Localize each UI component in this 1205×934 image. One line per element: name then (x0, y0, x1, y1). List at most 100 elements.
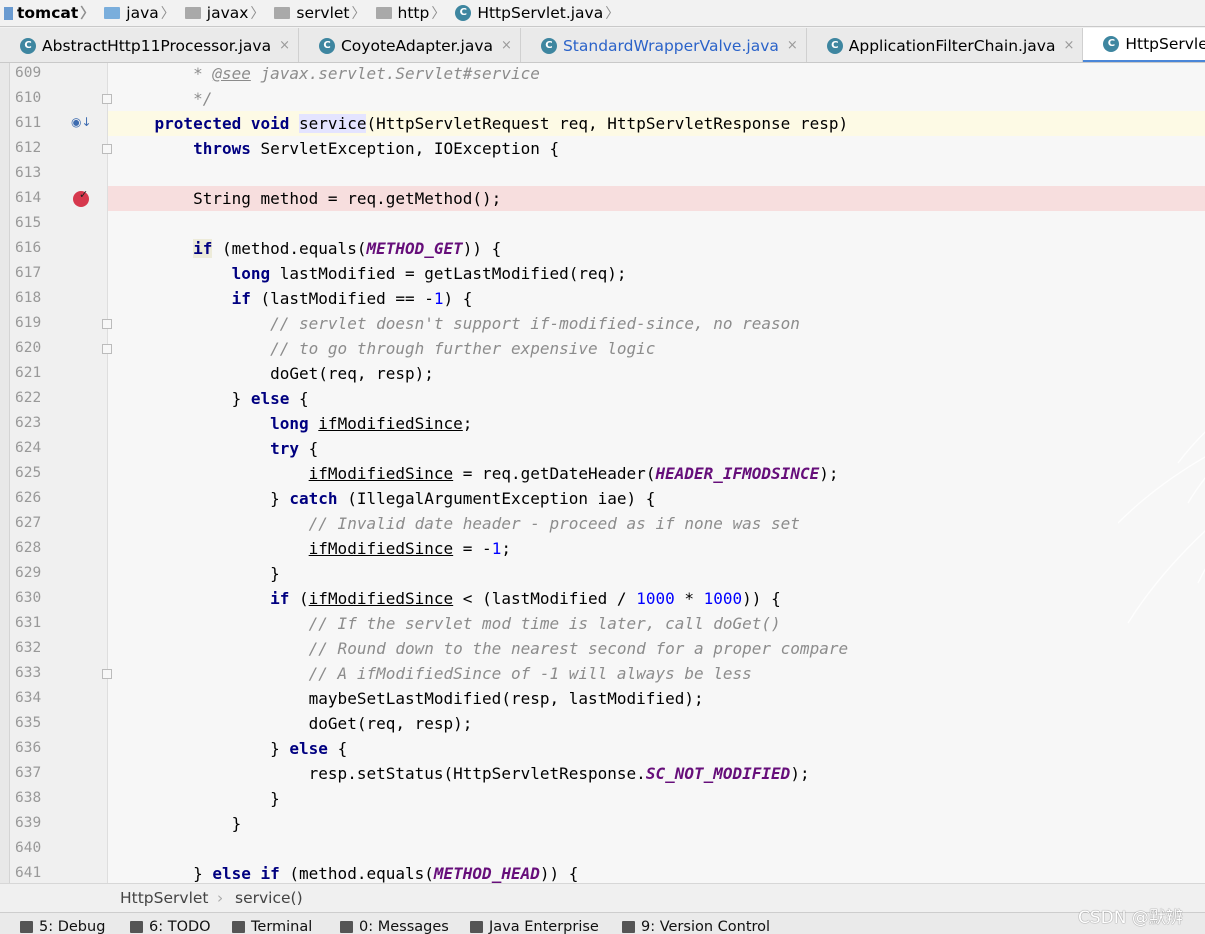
line-number[interactable]: 609 (15, 61, 55, 86)
code-text[interactable]: try { (116, 436, 318, 461)
code-text[interactable]: } (116, 786, 280, 811)
code-token: // Round down to the nearest second for … (308, 639, 849, 658)
breadcrumb-item-tomcat[interactable]: tomcat 〉 (0, 0, 104, 27)
code-text[interactable]: long lastModified = getLastModified(req)… (116, 261, 627, 286)
line-number[interactable]: 613 (15, 161, 55, 186)
fold-marker-icon[interactable] (102, 94, 112, 104)
breadcrumb-item-javax[interactable]: javax 〉 (184, 0, 275, 27)
fold-marker-icon[interactable] (102, 319, 112, 329)
code-token: (method.equals( (212, 239, 367, 258)
close-icon[interactable]: × (787, 38, 798, 53)
code-text[interactable]: maybeSetLastModified(resp, lastModified)… (116, 686, 704, 711)
line-number[interactable]: 619 (15, 311, 55, 336)
code-text[interactable]: // Invalid date header - proceed as if n… (116, 511, 800, 536)
line-number[interactable]: 620 (15, 336, 55, 361)
line-number[interactable]: 610 (15, 86, 55, 111)
tab-standardwrappervalve[interactable]: C StandardWrapperValve.java × (521, 28, 807, 62)
line-number[interactable]: 639 (15, 811, 55, 836)
line-number[interactable]: 611 (15, 111, 55, 136)
tab-applicationfilterchain[interactable]: C ApplicationFilterChain.java × (807, 28, 1084, 62)
code-text[interactable]: } (116, 811, 242, 836)
line-number[interactable]: 634 (15, 686, 55, 711)
breadcrumb-item-httpservlet-java[interactable]: C HttpServlet.java 〉 (455, 0, 629, 27)
line-number[interactable]: 624 (15, 436, 55, 461)
code-text[interactable]: resp.setStatus(HttpServletResponse.SC_NO… (116, 761, 810, 786)
code-text[interactable]: // Round down to the nearest second for … (116, 636, 848, 661)
line-number[interactable]: 637 (15, 761, 55, 786)
code-text[interactable]: doGet(req, resp); (116, 711, 473, 736)
toolwindow-todo[interactable]: 6: TODO (130, 919, 211, 934)
code-text[interactable]: long ifModifiedSince; (116, 411, 472, 436)
override-method-icon[interactable]: ◉↓ (71, 115, 92, 129)
line-number[interactable]: 616 (15, 236, 55, 261)
code-line: 613 (0, 161, 1205, 186)
code-text[interactable]: ifModifiedSince = req.getDateHeader(HEAD… (116, 461, 839, 486)
breadcrumb-item-servlet[interactable]: servlet 〉 (274, 0, 375, 27)
toolwindow-debug[interactable]: 5: Debug (20, 919, 105, 934)
line-number[interactable]: 631 (15, 611, 55, 636)
code-text[interactable]: if (ifModifiedSince < (lastModified / 10… (116, 586, 781, 611)
breadcrumb-method[interactable]: service() (235, 889, 303, 907)
close-icon[interactable]: × (1063, 38, 1074, 53)
chevron-right-icon: 〉 (605, 6, 620, 22)
breadcrumb-class[interactable]: HttpServlet (120, 889, 209, 907)
breadcrumb-item-http[interactable]: http 〉 (375, 0, 456, 27)
tab-abstracthttp11processor[interactable]: C AbstractHttp11Processor.java × (0, 28, 299, 62)
chevron-right-icon: 〉 (351, 6, 366, 22)
code-text[interactable]: protected void service(HttpServletReques… (116, 111, 848, 136)
toolwindow-terminal[interactable]: Terminal (232, 919, 312, 934)
line-number[interactable]: 614 (15, 186, 55, 211)
code-text[interactable]: if (method.equals(METHOD_GET)) { (116, 236, 501, 261)
close-icon[interactable]: × (279, 38, 290, 53)
fold-marker-icon[interactable] (102, 669, 112, 679)
code-text[interactable]: // If the servlet mod time is later, cal… (116, 611, 781, 636)
line-number[interactable]: 629 (15, 561, 55, 586)
line-number[interactable]: 636 (15, 736, 55, 761)
line-number[interactable]: 627 (15, 511, 55, 536)
line-number[interactable]: 640 (15, 836, 55, 861)
line-number[interactable]: 612 (15, 136, 55, 161)
line-number[interactable]: 638 (15, 786, 55, 811)
code-text[interactable]: // A ifModifiedSince of -1 will always b… (116, 661, 752, 686)
line-number[interactable]: 633 (15, 661, 55, 686)
line-number[interactable]: 615 (15, 211, 55, 236)
line-number[interactable]: 618 (15, 286, 55, 311)
line-number[interactable]: 630 (15, 586, 55, 611)
code-text[interactable]: } catch (IllegalArgumentException iae) { (116, 486, 655, 511)
line-number[interactable]: 621 (15, 361, 55, 386)
code-text[interactable]: */ (116, 86, 212, 111)
code-token: } (116, 489, 290, 508)
line-number[interactable]: 623 (15, 411, 55, 436)
tab-coyoteadapter[interactable]: C CoyoteAdapter.java × (299, 28, 521, 62)
code-text[interactable]: * @see javax.servlet.Servlet#service (116, 61, 540, 86)
line-number[interactable]: 632 (15, 636, 55, 661)
line-number[interactable]: 628 (15, 536, 55, 561)
breadcrumb-item-java[interactable]: java 〉 (104, 0, 184, 27)
class-icon: C (826, 37, 843, 54)
tab-httpservlet[interactable]: CHttpServlet.java× (1083, 28, 1205, 62)
code-text[interactable]: // servlet doesn't support if-modified-s… (116, 311, 800, 336)
code-token: else if (212, 864, 290, 883)
close-icon[interactable]: × (501, 38, 512, 53)
code-text[interactable]: String method = req.getMethod(); (116, 186, 501, 211)
breakpoint-icon[interactable]: ✓ (73, 188, 89, 207)
code-text[interactable]: // to go through further expensive logic (116, 336, 655, 361)
code-text[interactable]: ifModifiedSince = -1; (116, 536, 511, 561)
code-text[interactable]: } else { (116, 736, 347, 761)
code-text[interactable]: } (116, 561, 280, 586)
line-number[interactable]: 625 (15, 461, 55, 486)
fold-marker-icon[interactable] (102, 144, 112, 154)
code-text[interactable]: doGet(req, resp); (116, 361, 434, 386)
code-text[interactable]: if (lastModified == -1) { (116, 286, 473, 311)
code-text[interactable]: throws ServletException, IOException { (116, 136, 559, 161)
code-text[interactable]: } else { (116, 386, 309, 411)
fold-marker-icon[interactable] (102, 344, 112, 354)
line-number[interactable]: 622 (15, 386, 55, 411)
line-number[interactable]: 626 (15, 486, 55, 511)
toolwindow-version-control[interactable]: 9: Version Control (622, 919, 770, 934)
line-number[interactable]: 635 (15, 711, 55, 736)
toolwindow-messages[interactable]: 0: Messages (340, 919, 449, 934)
toolwindow-java-enterprise[interactable]: Java Enterprise (470, 919, 599, 934)
line-number[interactable]: 617 (15, 261, 55, 286)
